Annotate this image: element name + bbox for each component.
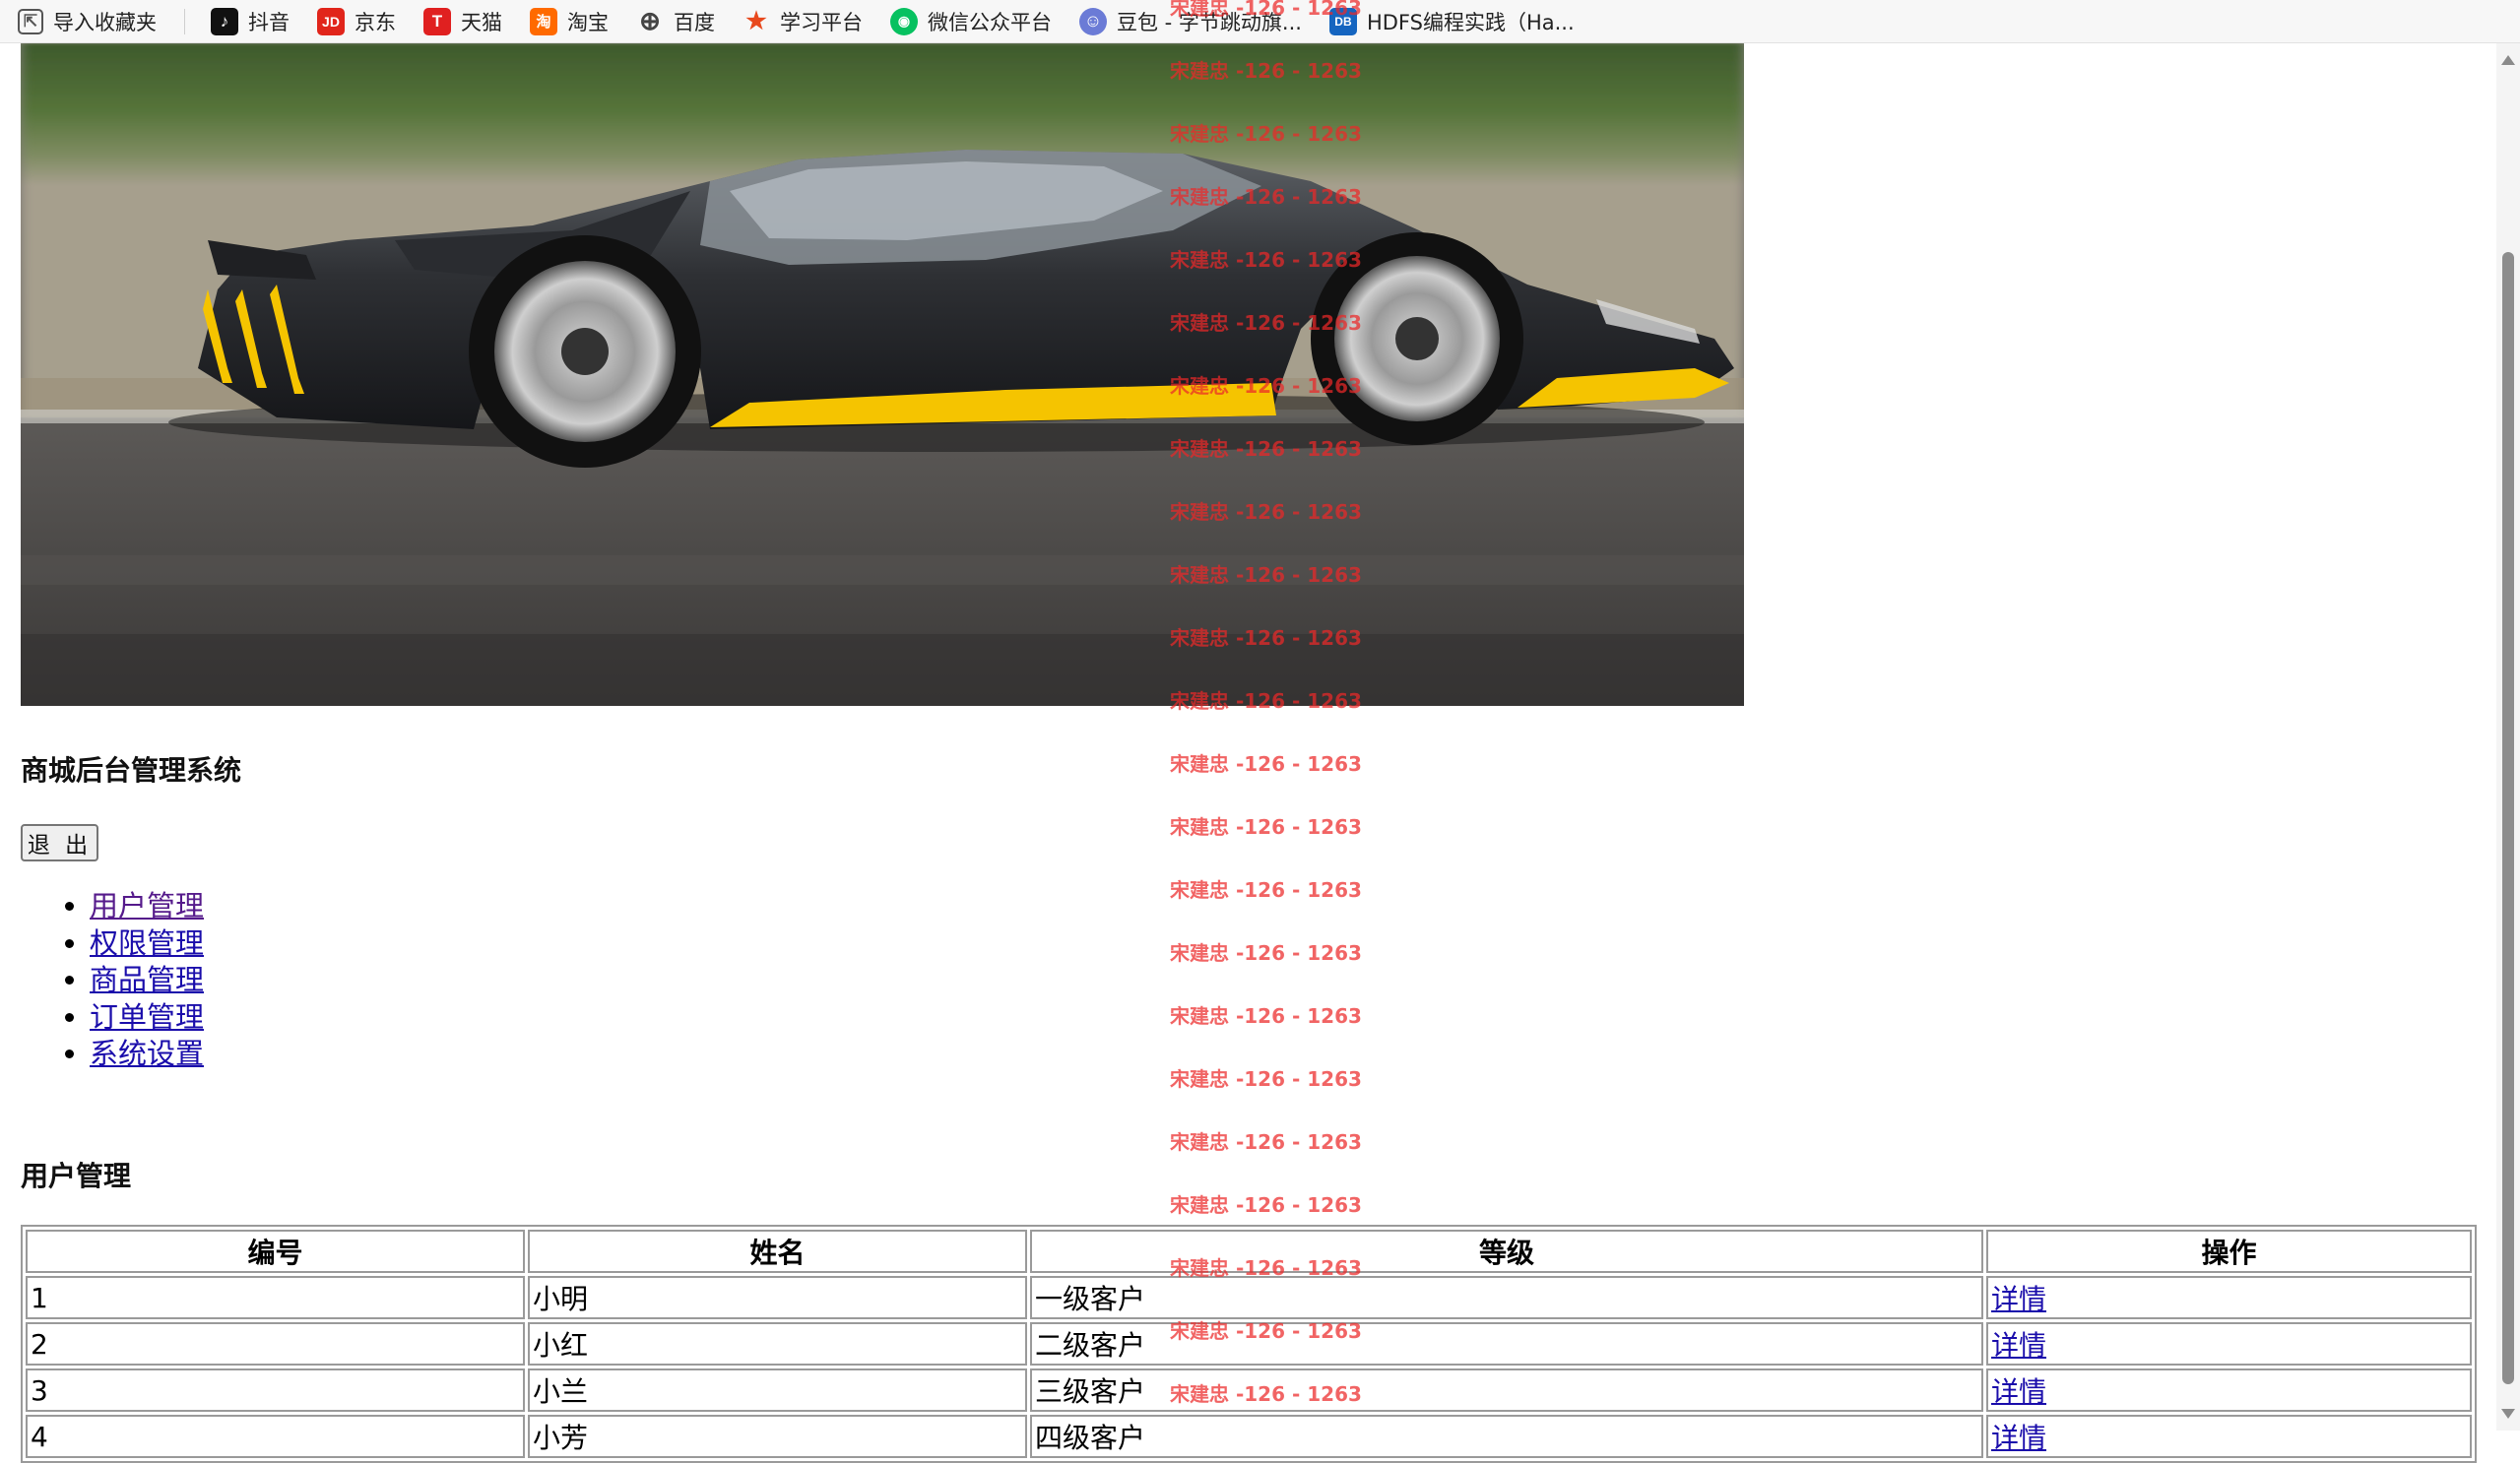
bookmark-label: 微信公众平台 — [928, 10, 1052, 34]
bookmark-label: 淘宝 — [567, 10, 609, 34]
bookmark-label: 学习平台 — [780, 10, 863, 34]
table-row: 1 小明 一级客户 详情 — [26, 1276, 2472, 1319]
taobao-icon: 淘 — [530, 7, 557, 35]
menu-item-users: 用户管理 — [90, 888, 204, 925]
cell-id: 1 — [26, 1276, 525, 1319]
bookmark-tmall[interactable]: T 天猫 — [423, 7, 502, 36]
menu-link-orders[interactable]: 订单管理 — [90, 1000, 204, 1034]
cell-name: 小芳 — [528, 1415, 1027, 1458]
table-row: 2 小红 二级客户 详情 — [26, 1322, 2472, 1366]
vertical-scrollbar[interactable] — [2496, 43, 2520, 1431]
lab-icon: DB — [1328, 7, 1357, 35]
wechat-icon: ◉ — [890, 7, 918, 35]
bookmark-baidu[interactable]: ⊕ 百度 — [636, 6, 715, 36]
bookmark-jd[interactable]: JD 京东 — [317, 7, 396, 36]
bookmark-label: 抖音 — [248, 10, 290, 34]
bookmark-taobao[interactable]: 淘 淘宝 — [530, 7, 609, 36]
cell-id: 2 — [26, 1322, 525, 1366]
bookmarks-bar: ⇱ 导入收藏夹 ♪ 抖音 JD 京东 T 天猫 淘 淘宝 ⊕ 百度 ★ 学习平台… — [0, 0, 2520, 43]
bookmark-label: HDFS编程实践（Ha... — [1366, 10, 1575, 34]
bookmark-label: 豆包 - 字节跳动旗... — [1117, 10, 1302, 34]
bookmark-douyin[interactable]: ♪ 抖音 — [211, 7, 290, 36]
menu-item-products: 商品管理 — [90, 962, 204, 999]
menu-link-products[interactable]: 商品管理 — [90, 963, 204, 996]
details-link[interactable]: 详情 — [1991, 1329, 2046, 1362]
douyin-icon: ♪ — [211, 7, 238, 35]
cell-level: 三级客户 — [1030, 1368, 1983, 1412]
cell-action: 详情 — [1986, 1322, 2472, 1366]
cell-name: 小红 — [528, 1322, 1027, 1366]
scrollbar-thumb[interactable] — [2502, 252, 2514, 1384]
bookmark-doubao[interactable]: ☺ 豆包 - 字节跳动旗... — [1079, 7, 1302, 36]
cell-level: 四级客户 — [1030, 1415, 1983, 1458]
study-icon: ★ — [745, 8, 767, 34]
page-content: 商城后台管理系统 退 出 用户管理 权限管理 商品管理 订单管理 系统设置 用户… — [0, 43, 2496, 1463]
scroll-up-icon[interactable] — [2501, 55, 2515, 65]
bookmark-wechat[interactable]: ◉ 微信公众平台 — [890, 7, 1052, 36]
column-header-name: 姓名 — [528, 1230, 1027, 1273]
logout-button[interactable]: 退 出 — [21, 824, 98, 861]
car-photo — [21, 43, 1744, 706]
details-link[interactable]: 详情 — [1991, 1283, 2046, 1315]
table-row: 4 小芳 四级客户 详情 — [26, 1415, 2472, 1458]
menu-link-permissions[interactable]: 权限管理 — [90, 926, 204, 960]
doubao-icon: ☺ — [1079, 7, 1107, 35]
cell-level: 一级客户 — [1030, 1276, 1983, 1319]
section-title: 用户管理 — [21, 1160, 132, 1192]
menu-item-permissions: 权限管理 — [90, 925, 204, 963]
column-header-action: 操作 — [1986, 1230, 2472, 1273]
bookmark-study[interactable]: ★ 学习平台 — [743, 7, 863, 36]
bookmark-label: 百度 — [674, 10, 715, 34]
details-link[interactable]: 详情 — [1991, 1375, 2046, 1408]
table-header-row: 编号 姓名 等级 操作 — [26, 1230, 2472, 1273]
bookmark-label: 京东 — [355, 10, 396, 34]
cell-name: 小明 — [528, 1276, 1027, 1319]
menu-item-settings: 系统设置 — [90, 1036, 204, 1073]
bookmark-label: 导入收藏夹 — [53, 10, 157, 34]
table-row: 3 小兰 三级客户 详情 — [26, 1368, 2472, 1412]
jd-icon: JD — [317, 7, 345, 35]
menu-link-settings[interactable]: 系统设置 — [90, 1037, 204, 1070]
import-icon: ⇱ — [18, 8, 43, 34]
bookmark-label: 天猫 — [461, 10, 502, 34]
nav-menu: 用户管理 权限管理 商品管理 订单管理 系统设置 — [90, 888, 204, 1073]
users-table: 编号 姓名 等级 操作 1 小明 一级客户 详情 2 小红 二级客户 详情 3 … — [21, 1225, 2477, 1463]
menu-link-users[interactable]: 用户管理 — [90, 889, 204, 922]
globe-icon: ⊕ — [639, 6, 661, 35]
cell-level: 二级客户 — [1030, 1322, 1983, 1366]
bookmark-import[interactable]: ⇱ 导入收藏夹 — [18, 7, 157, 36]
hero-car-image — [21, 43, 1744, 706]
scroll-down-icon[interactable] — [2501, 1409, 2515, 1419]
cell-action: 详情 — [1986, 1415, 2472, 1458]
cell-action: 详情 — [1986, 1276, 2472, 1319]
column-header-id: 编号 — [26, 1230, 525, 1273]
cell-id: 4 — [26, 1415, 525, 1458]
cell-id: 3 — [26, 1368, 525, 1412]
cell-action: 详情 — [1986, 1368, 2472, 1412]
details-link[interactable]: 详情 — [1991, 1422, 2046, 1454]
tmall-icon: T — [423, 7, 451, 35]
bookmark-hdfs[interactable]: DB HDFS编程实践（Ha... — [1328, 7, 1575, 36]
site-title: 商城后台管理系统 — [21, 754, 242, 787]
bookmark-divider — [184, 8, 185, 34]
cell-name: 小兰 — [528, 1368, 1027, 1412]
column-header-level: 等级 — [1030, 1230, 1983, 1273]
menu-item-orders: 订单管理 — [90, 999, 204, 1037]
